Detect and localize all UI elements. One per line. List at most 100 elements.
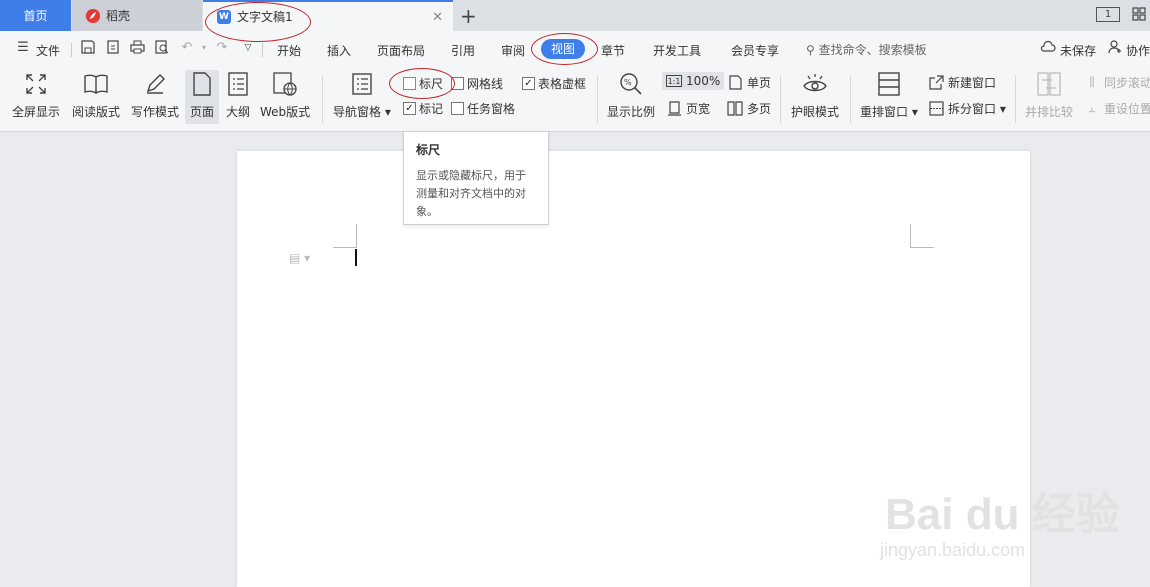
menu-tab-member[interactable]: 会员专享 (731, 42, 779, 59)
page-view-button[interactable]: 页面 (185, 70, 219, 124)
search-command-input[interactable]: ⚲ 查找命令、搜索模板 (806, 41, 927, 58)
markup-checkbox[interactable]: ✓ 标记 (403, 100, 443, 117)
collaborate-button[interactable]: 协作 (1126, 42, 1150, 59)
zoom-label: 显示比例 (607, 105, 656, 119)
title-bar: 首页 稻壳 W 文字文稿1 ✕ + 1 (0, 0, 1150, 31)
new-tab-button[interactable]: + (460, 4, 477, 28)
page-width-icon (666, 101, 682, 117)
divider (262, 43, 263, 57)
menu-file[interactable]: 文件 (36, 42, 60, 59)
view-ribbon: 全屏显示 阅读版式 写作模式 页面 大纲 Web版式 导航窗格 ▾ 标尺 网格线… (0, 67, 1150, 132)
zoom-button[interactable]: % 显示比例 (607, 70, 655, 124)
table-gridlines-checkbox-box: ✓ (522, 77, 535, 90)
sync-scroll-label: 同步滚动 (1104, 76, 1150, 90)
baidu-watermark: Bai du 经验 (885, 490, 1120, 539)
pen-icon (141, 70, 169, 98)
unsaved-status[interactable]: 未保存 (1060, 42, 1096, 59)
divider (322, 75, 323, 123)
annotation-ellipse-ruler (389, 68, 455, 99)
rearrange-windows-label: 重排窗口 ▾ (860, 105, 918, 119)
hamburger-menu-icon[interactable]: ☰ (15, 40, 31, 56)
export-pdf-icon[interactable] (105, 40, 121, 56)
tab-daoke[interactable]: 稻壳 (72, 0, 202, 31)
side-by-side-button[interactable]: 并排比较 (1025, 70, 1073, 124)
web-view-button[interactable]: Web版式 (260, 70, 310, 124)
search-placeholder: 查找命令、搜索模板 (818, 43, 927, 57)
single-page-button[interactable]: 单页 (727, 74, 771, 91)
gridlines-checkbox[interactable]: 网格线 (451, 75, 503, 92)
outline-view-label: 大纲 (225, 105, 250, 119)
menu-tab-chapter[interactable]: 章节 (601, 42, 625, 59)
eye-icon (801, 70, 829, 98)
tooltip-body: 显示或隐藏标尺，用于测量和对齐文档中的对象。 (416, 169, 526, 218)
menu-tab-page-layout[interactable]: 页面布局 (377, 42, 425, 59)
svg-text:%: % (624, 78, 632, 87)
print-icon[interactable] (129, 40, 145, 56)
menu-tab-start[interactable]: 开始 (277, 42, 301, 59)
fullscreen-button[interactable]: 全屏显示 (12, 70, 60, 124)
menu-tab-developer[interactable]: 开发工具 (653, 42, 701, 59)
baidu-watermark-url: jingyan.baidu.com (880, 540, 1026, 560)
divider (780, 75, 781, 123)
multi-page-icon (727, 101, 743, 117)
undo-dropdown-icon[interactable]: ▾ (196, 40, 212, 56)
divider (597, 75, 598, 123)
print-preview-icon[interactable] (154, 40, 170, 56)
multi-page-label: 多页 (747, 102, 772, 116)
annotation-ellipse-view-tab (531, 33, 598, 65)
page-width-label: 页宽 (686, 102, 711, 116)
split-window-label: 拆分窗口 ▾ (948, 102, 1006, 116)
task-pane-checkbox[interactable]: 任务窗格 (451, 100, 515, 117)
nav-pane-button[interactable]: 导航窗格 ▾ (333, 70, 391, 124)
fullscreen-icon (22, 70, 50, 98)
zoom-percent-icon: % (617, 70, 645, 98)
close-tab-icon[interactable]: ✕ (432, 10, 443, 25)
outline-view-button[interactable]: 大纲 (224, 70, 252, 124)
tab-home[interactable]: 首页 (0, 0, 71, 31)
redo-icon[interactable]: ↷ (214, 40, 230, 56)
reading-mode-button[interactable]: 阅读版式 (72, 70, 120, 124)
menu-tab-review[interactable]: 审阅 (501, 42, 525, 59)
split-window-button[interactable]: 拆分窗口 ▾ (928, 100, 1006, 117)
divider (1015, 75, 1016, 123)
writing-mode-button[interactable]: 写作模式 (131, 70, 179, 124)
reset-position-label: 重设位置 (1104, 102, 1150, 116)
new-window-icon (928, 75, 944, 91)
new-window-button[interactable]: 新建窗口 (928, 74, 996, 91)
markup-checkbox-label: 标记 (419, 102, 444, 116)
margin-corner-top-left (333, 224, 357, 248)
rearrange-windows-button[interactable]: 重排窗口 ▾ (860, 70, 918, 124)
sync-scroll-button[interactable]: ⫼ 同步滚动 (1084, 74, 1150, 91)
rearrange-windows-icon (875, 70, 903, 98)
divider (71, 43, 72, 57)
window-page-indicator[interactable]: 1 (1096, 7, 1120, 22)
multi-page-button[interactable]: 多页 (727, 100, 771, 117)
menu-tab-insert[interactable]: 插入 (327, 42, 351, 59)
paragraph-menu-icon[interactable]: ▤ ▾ (289, 251, 310, 265)
reset-position-button[interactable]: ⫠ 重设位置 (1084, 100, 1150, 117)
fullscreen-label: 全屏显示 (12, 105, 61, 119)
sync-scroll-icon: ⫼ (1089, 75, 1095, 89)
save-icon[interactable] (80, 40, 96, 56)
nav-pane-label: 导航窗格 ▾ (333, 105, 391, 119)
margin-corner-top-right (910, 224, 934, 248)
markup-checkbox-box: ✓ (403, 102, 416, 115)
page-width-button[interactable]: 页宽 (666, 100, 710, 117)
page-view-label: 页面 (189, 105, 214, 119)
annotation-ellipse-doc-tab (205, 2, 311, 42)
zoom-100-button[interactable]: 1:1 100% (662, 72, 725, 90)
split-window-icon (928, 101, 944, 117)
one-to-one-icon: 1:1 (666, 75, 682, 87)
collaborate-user-icon[interactable] (1107, 40, 1123, 56)
side-by-side-icon (1035, 70, 1063, 98)
outline-icon (224, 70, 252, 98)
new-window-label: 新建窗口 (948, 76, 997, 90)
quick-access-dropdown-icon[interactable]: ▽ (240, 40, 256, 56)
table-gridlines-checkbox[interactable]: ✓ 表格虚框 (522, 75, 586, 92)
grid-apps-icon[interactable] (1132, 7, 1146, 24)
side-by-side-label: 并排比较 (1025, 105, 1074, 119)
menu-tab-references[interactable]: 引用 (451, 42, 475, 59)
undo-icon[interactable]: ↶ (179, 40, 195, 56)
eye-mode-button[interactable]: 护眼模式 (791, 70, 839, 124)
zoom-100-label: 100% (686, 74, 721, 88)
